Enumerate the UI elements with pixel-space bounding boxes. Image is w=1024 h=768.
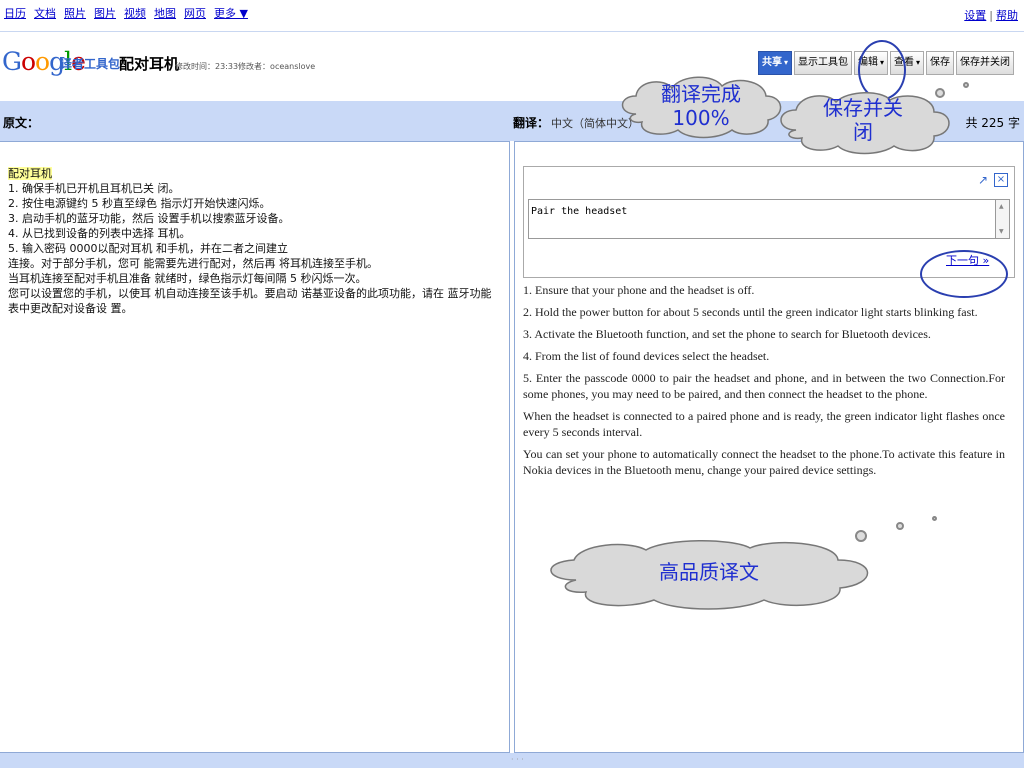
decor-bubble [932,516,937,521]
separator: | [989,9,993,22]
source-label: 原文： [3,116,40,130]
logo-letter: G [2,47,22,76]
save-button[interactable]: 保存 [926,51,954,75]
nav-link-5[interactable]: 地图 [154,5,176,21]
translation-line[interactable]: You can set your phone to automatically … [523,446,1005,478]
editor-icons: ↗ × [976,173,1008,187]
source-title[interactable]: 配对耳机 [8,167,52,180]
nav-links: 日历 文档 照片 图片 视频 地图 网页 更多 ▼ [4,5,248,21]
nav-link-7[interactable]: 更多 ▼ [214,5,248,21]
settings-link[interactable]: 设置 [964,9,986,22]
nav-link-4[interactable]: 视频 [124,5,146,21]
translation-pane: ↗ × Pair the headset ▲ ▼ 下一句 » 1. Ensure… [514,141,1024,753]
account-links: 设置 | 帮助 [964,7,1018,23]
source-line[interactable]: 5. 输入密码 0000以配对耳机 和手机，并在二者之间建立 [8,241,503,256]
translation-line[interactable]: When the headset is connected to a paire… [523,408,1005,440]
help-link[interactable]: 帮助 [996,9,1018,22]
pane-resize-handle[interactable]: · · · [511,755,524,764]
segment-input[interactable]: Pair the headset [528,199,996,239]
decor-bubble [935,88,945,98]
scroll-up-icon[interactable]: ▲ [999,203,1004,210]
nav-link-1[interactable]: 文档 [34,5,56,21]
popout-icon[interactable]: ↗ [976,173,990,187]
callout-translation-complete-text: 翻译完成 100% [614,82,788,130]
source-line[interactable]: 1. 确保手机已开机且耳机已关 闭。 [8,181,503,196]
source-pane: 配对耳机 1. 确保手机已开机且耳机已关 闭。 2. 按住电源键约 5 秒直至绿色… [0,141,510,753]
callout-save-close: 保存并关 闭 [770,90,956,156]
word-count: 共 225 字 [965,116,1020,130]
source-line[interactable]: 2. 按住电源键约 5 秒直至绿色 指示灯开始快速闪烁。 [8,196,503,211]
decor-bubble [896,522,904,530]
nav-link-0[interactable]: 日历 [4,5,26,21]
nav-link-2[interactable]: 照片 [64,5,86,21]
translation-label: 翻译： [513,116,550,130]
callout-quality-text: 高品质译文 [659,560,759,584]
scroll-down-icon[interactable]: ▼ [999,228,1004,235]
document-title: 配对耳机 [119,55,180,73]
modified-info: 修改时间：23:33修改者：oceanslove [175,62,316,71]
source-line[interactable]: 您可以设置您的手机，以使耳 机自动连接至该手机。要启动 诺基亚设备的此项功能，请… [8,286,503,301]
chevron-down-icon: ▾ [783,58,788,67]
translation-line[interactable]: 3. Activate the Bluetooth function, and … [523,326,1005,342]
decor-bubble [963,82,969,88]
callout-line: 闭 [853,120,873,144]
source-line[interactable]: 3. 启动手机的蓝牙功能，然后 设置手机以搜索蓝牙设备。 [8,211,503,226]
source-line[interactable]: 当耳机连接至配对手机且准备 就绪时，绿色指示灯每间隔 5 秒闪烁一次。 [8,271,503,286]
save-close-button[interactable]: 保存并关闭 [956,51,1014,75]
source-text: 配对耳机 1. 确保手机已开机且耳机已关 闭。 2. 按住电源键约 5 秒直至绿色… [8,166,503,316]
top-nav: 日历 文档 照片 图片 视频 地图 网页 更多 ▼ 设置 | 帮助 [0,0,1024,32]
toolkit-label[interactable]: 译者工具包 [60,55,120,72]
next-highlight-ring [920,250,1008,298]
translation-line[interactable]: 4. From the list of found devices select… [523,348,1005,364]
show-toolkit-button[interactable]: 显示工具包 [793,51,852,75]
chevron-down-icon: ▾ [915,58,920,67]
decor-bubble [855,530,867,542]
logo-letter: o [35,47,50,76]
callout-line: 翻译完成 [661,82,741,106]
source-line[interactable]: 表中更改配对设备设 置。 [8,301,503,316]
callout-translation-complete: 翻译完成 100% [614,74,788,140]
share-button[interactable]: 共享 ▾ [757,51,792,75]
source-line[interactable]: 4. 从已找到设备的列表中选择 耳机。 [8,226,503,241]
nav-link-6[interactable]: 网页 [184,5,206,21]
translation-line[interactable]: 5. Enter the passcode 0000 to pair the h… [523,370,1005,402]
close-icon[interactable]: × [994,173,1008,187]
nav-link-3[interactable]: 图片 [94,5,116,21]
callout-quality: 高品质译文 [536,538,882,612]
callout-line: 保存并关 [823,96,903,120]
source-line[interactable]: 连接。对于部分手机，您可 能需要先进行配对，然后再 将耳机连接至手机。 [8,256,503,271]
callout-line: 100% [672,106,730,130]
share-label: 共享 [761,57,782,68]
translation-text: 1. Ensure that your phone and the headse… [523,282,1005,484]
translation-line[interactable]: 2. Hold the power button for about 5 sec… [523,304,1005,320]
editor-scrollbar[interactable]: ▲ ▼ [996,199,1010,239]
callout-save-close-text: 保存并关 闭 [770,96,956,144]
logo-letter: o [20,47,36,76]
